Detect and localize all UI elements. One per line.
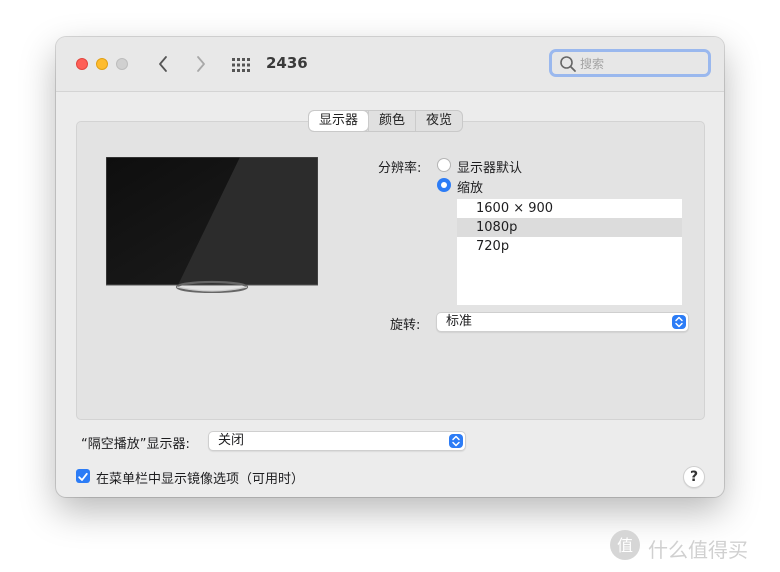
radio-default-display-label[interactable]: 显示器默认 (457, 157, 522, 176)
forward-button[interactable] (190, 53, 210, 75)
tab-night-shift[interactable]: 夜览 (415, 111, 462, 131)
search-field[interactable] (549, 49, 711, 77)
tab-display[interactable]: 显示器 (309, 111, 369, 131)
rotation-value: 标准 (446, 314, 473, 329)
titlebar: 2436 (56, 37, 724, 92)
rotation-label: 旋转: (390, 318, 421, 333)
show-all-button[interactable] (232, 57, 250, 72)
resolution-option-720p[interactable]: 720p (457, 237, 682, 256)
radio-scaled-label[interactable]: 缩放 (457, 177, 483, 196)
window-title: 2436 (266, 54, 308, 72)
system-preferences-window: 2436 显示器 颜色 夜览 分辨率: 显示器默认 缩放 (56, 37, 724, 497)
search-icon (560, 56, 576, 72)
radio-scaled[interactable] (437, 178, 451, 192)
chevron-right-icon (197, 56, 205, 72)
display-monitor-icon (106, 157, 318, 293)
tab-color[interactable]: 颜色 (368, 111, 415, 131)
stepper-icon (449, 434, 463, 448)
mirroring-option-label[interactable]: 在菜单栏中显示镜像选项（可用时） (96, 468, 304, 487)
watermark-text: 什么值得买 (648, 538, 748, 562)
search-input[interactable] (580, 53, 700, 75)
close-button[interactable] (76, 58, 88, 70)
resolution-option-1080p[interactable]: 1080p (457, 218, 682, 237)
tab-bar: 显示器 颜色 夜览 (308, 110, 464, 132)
airplay-display-label: “隔空播放”显示器: (81, 437, 190, 452)
stepper-icon (672, 315, 686, 329)
radio-default-display[interactable] (437, 158, 451, 172)
mirroring-checkbox[interactable] (76, 469, 90, 483)
resolution-option-1600x900[interactable]: 1600 × 900 (457, 199, 682, 218)
airplay-display-value: 关闭 (218, 433, 245, 448)
watermark-logo-icon: 值 (610, 530, 640, 560)
rotation-select[interactable]: 标准 (436, 312, 689, 332)
grid-icon (232, 58, 250, 72)
back-button[interactable] (154, 53, 174, 75)
chevron-left-icon (159, 56, 167, 72)
resolution-label: 分辨率: (378, 161, 422, 176)
checkmark-icon (78, 472, 88, 481)
help-button[interactable]: ? (683, 466, 705, 488)
minimize-button[interactable] (96, 58, 108, 70)
zoom-button[interactable] (116, 58, 128, 70)
resolution-list[interactable]: 1600 × 900 1080p 720p (457, 199, 682, 305)
airplay-display-select[interactable]: 关闭 (208, 431, 466, 451)
watermark-logo-text: 值 (617, 536, 633, 555)
